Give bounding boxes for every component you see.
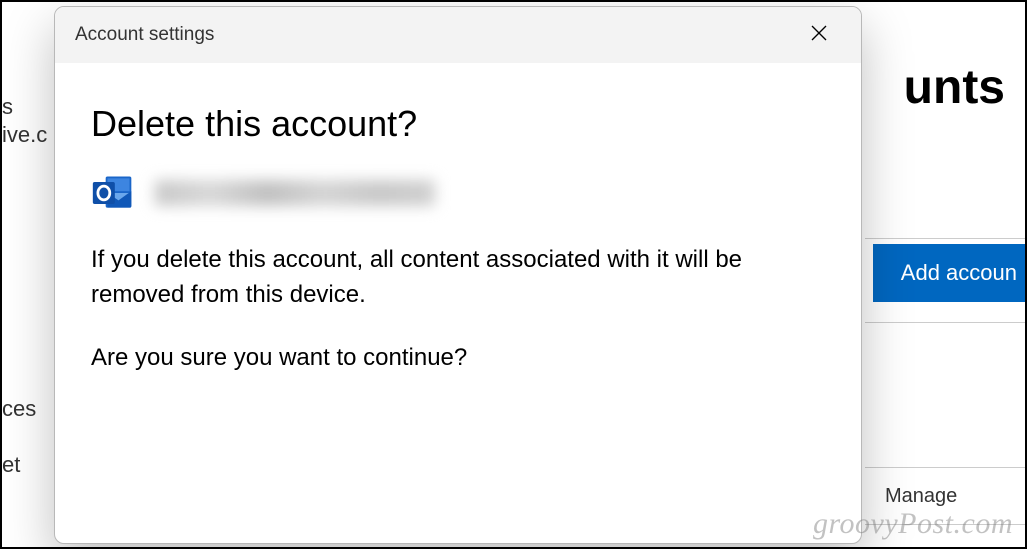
outlook-icon xyxy=(91,171,135,215)
dialog-heading: Delete this account? xyxy=(91,103,825,145)
add-account-button[interactable]: Add accoun xyxy=(873,244,1025,302)
sidebar-text-fragment: s xyxy=(2,94,13,120)
sidebar-text-fragment: ces xyxy=(2,396,36,422)
dialog-header-title: Account settings xyxy=(75,24,214,46)
account-email-redacted xyxy=(155,180,435,206)
manage-label: Manage xyxy=(885,485,957,508)
dialog-confirm-text: Are you sure you want to continue? xyxy=(91,341,825,376)
dialog-header: Account settings xyxy=(55,7,861,63)
page-title-fragment: unts xyxy=(904,60,1005,115)
divider xyxy=(865,238,1025,239)
dialog-body: Delete this account? If you delete this … xyxy=(55,63,861,543)
account-settings-dialog: Account settings Delete this account? xyxy=(54,6,862,544)
dialog-warning-text: If you delete this account, all content … xyxy=(91,243,825,313)
sidebar-text-fragment: ive.c xyxy=(2,122,47,148)
close-icon xyxy=(811,25,827,46)
close-button[interactable] xyxy=(797,13,841,57)
divider xyxy=(865,322,1025,323)
sidebar-text-fragment: et xyxy=(2,452,20,478)
account-row xyxy=(91,171,825,215)
manage-row[interactable]: Manage xyxy=(865,467,1025,525)
